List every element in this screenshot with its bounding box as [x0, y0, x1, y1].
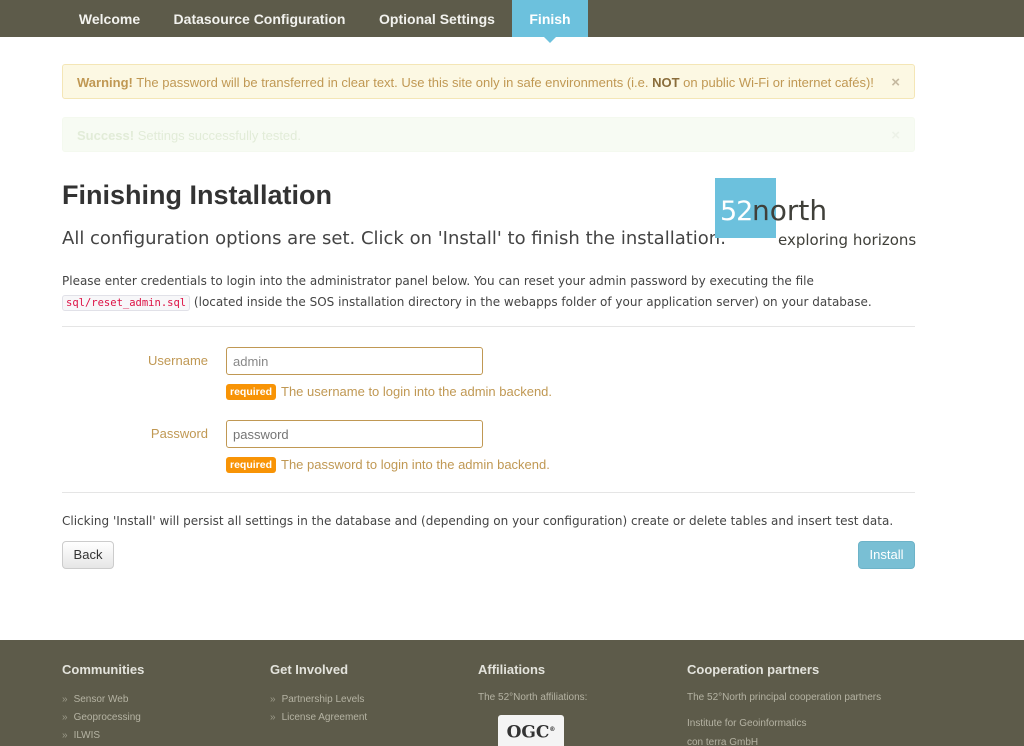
chevron-right-icon: » [62, 730, 68, 741]
tab-optional-settings[interactable]: Optional Settings [362, 0, 512, 37]
username-help-text: The username to login into the admin bac… [281, 384, 553, 399]
password-help: required The password to login into the a… [226, 457, 550, 473]
close-icon[interactable]: × [891, 118, 900, 153]
warning-alert-title: Warning! [77, 75, 133, 90]
required-badge: required [226, 457, 277, 473]
tab-datasource-configuration[interactable]: Datasource Configuration [157, 0, 362, 37]
success-alert-title: Success! [77, 128, 135, 143]
footer-link-label: Sensor Web [73, 694, 129, 705]
warning-alert-text-end: on public Wi-Fi or internet cafés)! [679, 75, 874, 90]
success-alert-text: Settings successfully tested. [134, 128, 302, 143]
chevron-right-icon: » [62, 712, 68, 723]
install-button[interactable]: Install [858, 541, 915, 569]
divider [62, 326, 915, 327]
success-alert: Success! Settings successfully tested. × [62, 117, 915, 152]
footer-cooperation-text: The 52°North principal cooperation partn… [687, 692, 882, 703]
footer-link-ilwis[interactable]: » ILWIS [62, 730, 100, 741]
username-help: required The username to login into the a… [226, 384, 552, 400]
intro-text-end: (located inside the SOS installation dir… [190, 295, 872, 309]
chevron-right-icon: » [270, 694, 276, 705]
footer-link-label: License Agreement [281, 712, 368, 723]
warning-alert: Warning! The password will be transferre… [62, 64, 915, 99]
footer-link-label: ILWIS [73, 730, 101, 741]
footer-link-sensor-web[interactable]: » Sensor Web [62, 694, 128, 705]
password-label: Password [150, 426, 208, 441]
footer-get-involved-title: Get Involved [270, 662, 349, 677]
warning-alert-emphasis: NOT [652, 75, 680, 90]
close-icon[interactable]: × [891, 65, 900, 100]
intro-paragraph: Please enter credentials to login into t… [62, 271, 922, 314]
footer-cooperation-title: Cooperation partners [687, 662, 820, 677]
footer-partner-ifgi[interactable]: Institute for Geoinformatics [687, 718, 807, 729]
footer-affiliations-text: The 52°North affiliations: [478, 692, 588, 703]
back-button[interactable]: Back [62, 541, 114, 569]
logo-number: 52 [720, 196, 753, 227]
password-help-text: The password to login into the admin bac… [281, 457, 550, 472]
chevron-right-icon: » [270, 712, 276, 723]
username-input[interactable] [226, 347, 483, 375]
install-note: Clicking 'Install' will persist all sett… [62, 514, 894, 528]
footer-link-geoprocessing[interactable]: » Geoprocessing [62, 712, 141, 723]
reset-script-path: sql/reset_admin.sql [62, 295, 191, 311]
top-navigation: Welcome Datasource Configuration Optiona… [0, 0, 1024, 43]
footer-link-label: Partnership Levels [281, 694, 365, 705]
logo-name: north [752, 194, 828, 227]
warning-alert-text: The password will be transferred in clea… [132, 75, 653, 90]
logo-tagline: exploring horizons [778, 231, 917, 249]
required-badge: required [226, 384, 277, 400]
chevron-right-icon: » [62, 694, 68, 705]
tab-finish[interactable]: Finish [512, 0, 588, 43]
footer-affiliations-title: Affiliations [478, 662, 546, 677]
ogc-logo-text: OGC [506, 722, 550, 743]
intro-text: Please enter credentials to login into t… [62, 274, 814, 288]
page-subtitle: All configuration options are set. Click… [62, 228, 726, 249]
footer-link-label: Geoprocessing [73, 712, 141, 723]
password-input[interactable] [226, 420, 483, 448]
footer-link-license-agreement[interactable]: » License Agreement [270, 712, 367, 723]
tab-welcome[interactable]: Welcome [62, 0, 157, 37]
ogc-logo[interactable]: OGC® [498, 715, 564, 746]
footer-communities-title: Communities [62, 662, 145, 677]
divider [62, 492, 915, 493]
page-title: Finishing Installation [62, 180, 332, 210]
footer-link-partnership-levels[interactable]: » Partnership Levels [270, 694, 364, 705]
footer-partner-conterra[interactable]: con terra GmbH [687, 737, 758, 746]
username-label: Username [148, 353, 208, 368]
